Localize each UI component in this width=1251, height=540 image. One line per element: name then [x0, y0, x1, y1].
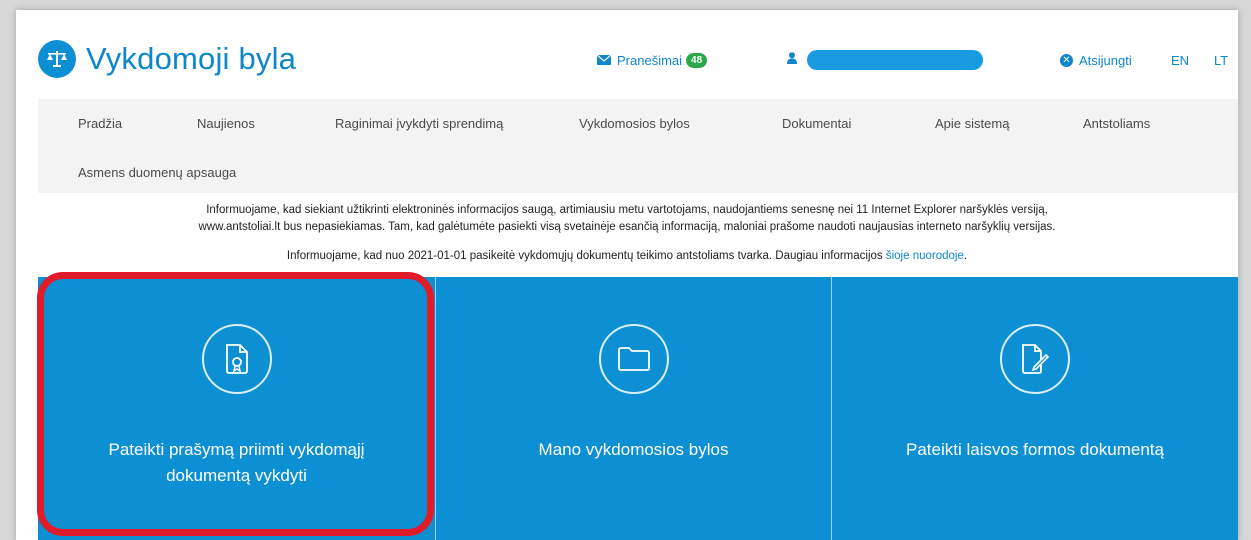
tile-label: Pateikti laisvos formos dokumentą: [906, 440, 1164, 459]
nav-item-vykdomosios-bylos[interactable]: Vykdomosios bylos: [579, 116, 690, 131]
tile-submit-free-form-document[interactable]: Pateikti laisvos formos dokumentą: [832, 277, 1238, 540]
user-name-redacted: [807, 50, 983, 70]
envelope-icon: [596, 53, 612, 68]
tile-my-enforcement-cases[interactable]: Mano vykdomosios bylos: [436, 277, 831, 540]
tile-label: Mano vykdomosios bylos: [538, 440, 729, 459]
notice-browser-1: Informuojame, kad siekiant užtikrinti el…: [206, 204, 1048, 216]
notice-browser-2: www.antstoliai.lt bus nepasiekiamas. Tam…: [198, 221, 1056, 233]
highlight-box: [37, 272, 434, 536]
site-title: Vykdomoji byla: [86, 41, 297, 76]
logout-label: Atsijungti: [1079, 53, 1132, 68]
nav-item-apie-sistema[interactable]: Apie sistemą: [935, 116, 1009, 131]
notice-procedure-end: .: [963, 250, 968, 262]
nav-item-naujienos[interactable]: Naujienos: [197, 116, 255, 131]
user-menu[interactable]: [787, 50, 983, 70]
nav-item-antstoliams[interactable]: Antstoliams: [1083, 116, 1150, 131]
nav-item-raginimai[interactable]: Raginimai įvykdyti sprendimą: [335, 116, 503, 131]
folder-icon: [599, 324, 669, 394]
main-nav: Pradžia Naujienos Raginimai įvykdyti spr…: [38, 99, 1238, 193]
nav-item-asmens-duomenu-apsauga[interactable]: Asmens duomenų apsauga: [78, 165, 236, 180]
messages-count-badge: 48: [686, 53, 708, 68]
lang-en-link[interactable]: EN: [1171, 53, 1189, 68]
scales-icon: [38, 40, 76, 78]
nav-item-pradzia[interactable]: Pradžia: [78, 116, 122, 131]
nav-item-dokumentai[interactable]: Dokumentai: [782, 116, 851, 131]
logout-link[interactable]: ✕ Atsijungti: [1060, 53, 1132, 68]
messages-label: Pranešimai: [617, 53, 683, 68]
notice-procedure: Informuojame, kad nuo 2021-01-01 pasikei…: [16, 248, 1238, 265]
notice-procedure-text: Informuojame, kad nuo 2021-01-01 pasikei…: [286, 250, 886, 262]
site-logo[interactable]: Vykdomoji byla: [38, 40, 296, 78]
user-icon: [787, 51, 797, 69]
messages-link[interactable]: Pranešimai 48: [596, 53, 708, 68]
notice-procedure-link[interactable]: šioje nuorodoje: [886, 250, 964, 262]
page: Vykdomoji byla Pranešimai 48 ✕ Atsijungt…: [16, 10, 1238, 540]
edit-document-icon: [1000, 324, 1070, 394]
close-circle-icon: ✕: [1060, 54, 1073, 67]
lang-lt-link[interactable]: LT: [1214, 53, 1228, 68]
